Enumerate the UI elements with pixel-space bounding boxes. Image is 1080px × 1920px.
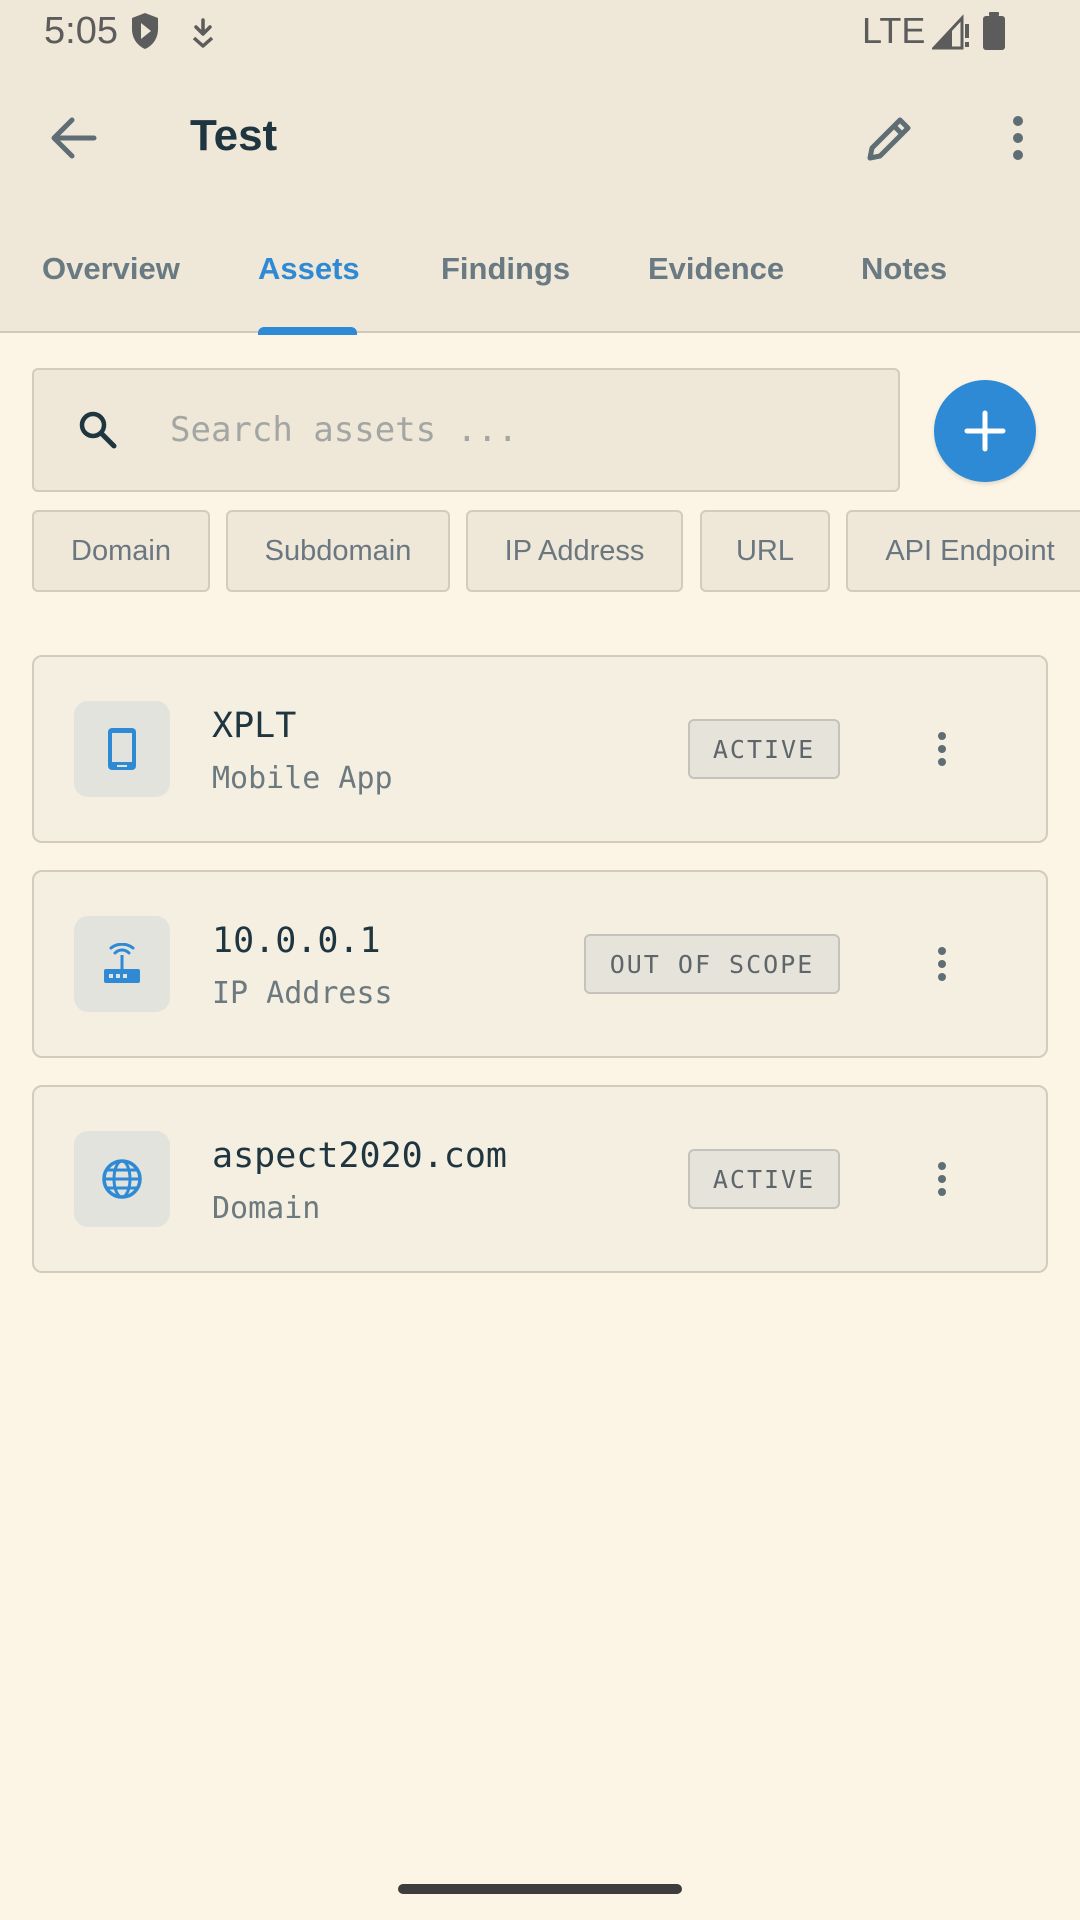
- tab-notes[interactable]: Notes: [861, 245, 947, 293]
- page-title: Test: [190, 111, 278, 160]
- asset-icon-container: [74, 1131, 170, 1227]
- filter-chip-url[interactable]: URL: [700, 510, 830, 592]
- download-icon: [192, 18, 214, 48]
- more-vert-icon: [1013, 116, 1023, 160]
- top-app-bar: 5:05 LTE Test Overview Assets Findings E…: [0, 0, 1080, 335]
- smartphone-icon: [108, 728, 136, 770]
- filter-chip-domain[interactable]: Domain: [32, 510, 210, 592]
- globe-icon: [102, 1159, 142, 1199]
- asset-options-button[interactable]: [912, 1149, 972, 1209]
- asset-type: IP Address: [212, 976, 393, 1011]
- signal-icon: [932, 14, 969, 50]
- back-arrow-icon: [51, 117, 97, 159]
- tab-findings[interactable]: Findings: [441, 245, 570, 293]
- plus-icon: [964, 410, 1006, 452]
- edit-button[interactable]: [856, 104, 924, 172]
- add-asset-button[interactable]: [934, 380, 1036, 482]
- tab-overview[interactable]: Overview: [42, 245, 180, 293]
- more-options-button[interactable]: [984, 104, 1052, 172]
- network-type: LTE: [862, 10, 926, 51]
- shield-icon: [132, 13, 158, 49]
- asset-type: Mobile App: [212, 761, 393, 796]
- more-vert-icon: [938, 1162, 946, 1196]
- search-placeholder: Search assets ...: [170, 410, 518, 450]
- asset-name: XPLT: [212, 706, 297, 746]
- asset-icon-container: [74, 916, 170, 1012]
- back-button[interactable]: [40, 104, 108, 172]
- router-icon: [104, 943, 140, 983]
- asset-card[interactable]: XPLT Mobile App ACTIVE: [32, 655, 1048, 843]
- status-badge: ACTIVE: [688, 1149, 840, 1209]
- asset-card[interactable]: 10.0.0.1 IP Address OUT OF SCOPE: [32, 870, 1048, 1058]
- filter-chip-api-endpoint[interactable]: API Endpoint: [846, 510, 1080, 592]
- search-icon: [79, 411, 117, 449]
- asset-type: Domain: [212, 1191, 321, 1226]
- status-badge: OUT OF SCOPE: [584, 934, 840, 994]
- more-vert-icon: [938, 947, 946, 981]
- pencil-icon: [867, 117, 911, 161]
- asset-options-button[interactable]: [912, 719, 972, 779]
- filter-chip-ip-address[interactable]: IP Address: [466, 510, 683, 592]
- asset-card[interactable]: aspect2020.com Domain ACTIVE: [32, 1085, 1048, 1273]
- asset-icon-container: [74, 701, 170, 797]
- search-input[interactable]: Search assets ...: [32, 368, 900, 492]
- home-indicator[interactable]: [398, 1884, 682, 1894]
- asset-name: aspect2020.com: [212, 1136, 508, 1176]
- tab-evidence[interactable]: Evidence: [648, 245, 784, 293]
- asset-name: 10.0.0.1: [212, 921, 381, 961]
- more-vert-icon: [938, 732, 946, 766]
- status-badge: ACTIVE: [688, 719, 840, 779]
- tab-assets[interactable]: Assets: [258, 245, 360, 293]
- status-time: 5:05: [44, 10, 118, 52]
- filter-chip-subdomain[interactable]: Subdomain: [226, 510, 450, 592]
- asset-options-button[interactable]: [912, 934, 972, 994]
- battery-icon: [983, 12, 1005, 50]
- active-tab-indicator: [258, 327, 357, 335]
